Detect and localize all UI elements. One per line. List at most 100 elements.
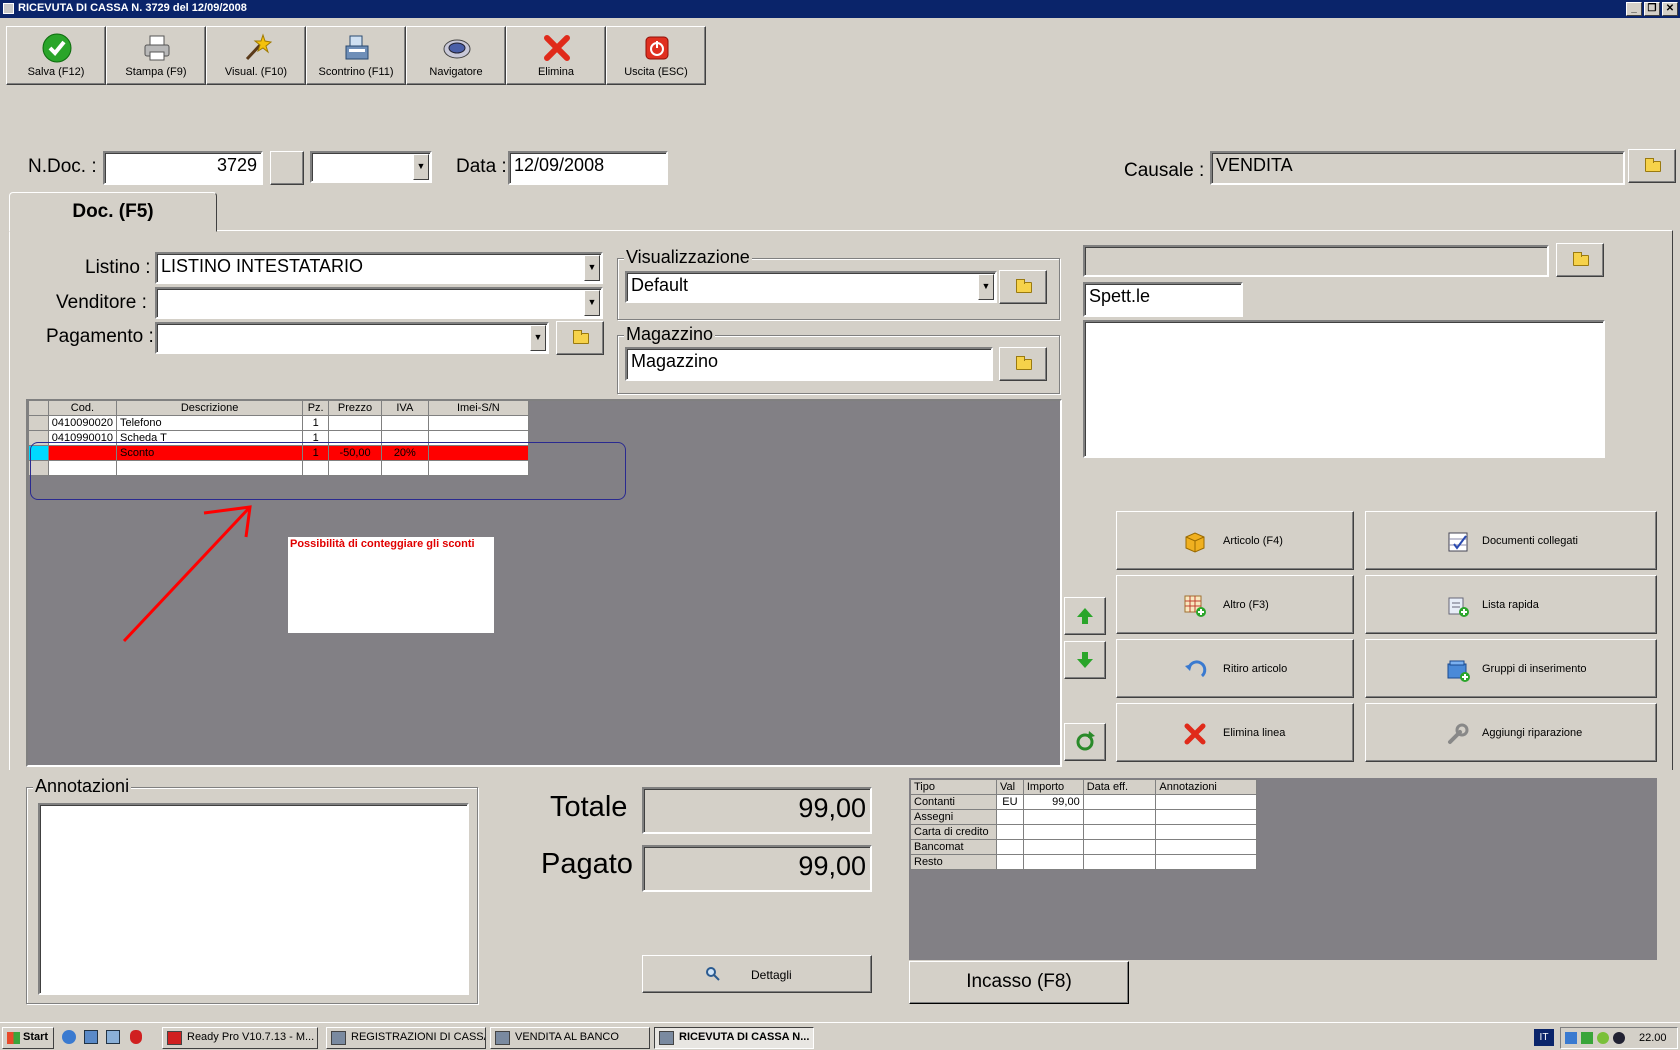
listino-dropdown[interactable]: LISTINO INTESTATARIO ▼ (155, 252, 603, 284)
pagamento-browse-button[interactable] (556, 321, 604, 355)
cell-data-eff[interactable] (1082, 854, 1157, 870)
column-header-iva[interactable]: IVA (380, 400, 429, 416)
tab-doc[interactable]: Doc. (F5) (9, 192, 217, 232)
table-row[interactable]: Contanti EU 99,00 (910, 794, 1257, 810)
language-indicator[interactable]: IT (1534, 1029, 1554, 1046)
cell-annotazioni[interactable] (1155, 839, 1257, 855)
magazzino-field[interactable]: Magazzino (625, 347, 993, 381)
table-row[interactable]: Resto (910, 854, 1257, 870)
lista-rapida-button[interactable]: Lista rapida (1365, 575, 1657, 634)
ndoc-field[interactable]: 3729 (103, 151, 263, 185)
causale-field[interactable]: VENDITA (1210, 151, 1625, 185)
exit-button[interactable]: Uscita (ESC) (606, 26, 706, 85)
move-down-button[interactable] (1064, 641, 1106, 679)
network-icon[interactable] (1565, 1032, 1577, 1044)
print-button[interactable]: Stampa (F9) (106, 26, 206, 85)
causale-browse-button[interactable] (1628, 149, 1676, 183)
customer-browse-button[interactable] (1556, 243, 1604, 277)
annotazioni-textarea[interactable] (38, 803, 469, 995)
desktop-icon[interactable] (106, 1030, 120, 1044)
save-button[interactable]: Salva (F12) (6, 26, 106, 85)
minimize-button[interactable]: _ (1626, 2, 1642, 16)
cell-importo[interactable] (1022, 854, 1084, 870)
column-header-tipo[interactable]: Tipo (910, 779, 997, 795)
altro-button[interactable]: Altro (F3) (1116, 575, 1354, 634)
explorer-icon[interactable] (84, 1030, 98, 1044)
task-ricevuta[interactable]: RICEVUTA DI CASSA N... (654, 1027, 814, 1049)
column-header-pz[interactable]: Pz. (302, 400, 330, 416)
column-header-descrizione[interactable]: Descrizione (115, 400, 304, 416)
task-registrazioni[interactable]: REGISTRAZIONI DI CASSA (326, 1027, 486, 1049)
table-row[interactable]: 0410090020 Telefono 1 (28, 415, 530, 431)
ndoc-series-button[interactable] (270, 151, 304, 185)
receipt-button[interactable]: Scontrino (F11) (306, 26, 406, 85)
column-header-prezzo[interactable]: Prezzo (328, 400, 382, 416)
dettagli-button[interactable]: Dettagli (642, 955, 872, 993)
cell-iva[interactable] (380, 415, 429, 431)
magazzino-browse-button[interactable] (999, 347, 1047, 381)
cell-val[interactable] (995, 809, 1024, 825)
restore-button[interactable]: ❐ (1644, 2, 1660, 16)
venditore-dropdown[interactable]: ▼ (155, 287, 603, 319)
payments-grid[interactable]: Tipo Val Importo Data eff. Annotazioni C… (910, 779, 1257, 870)
start-button[interactable]: Start (2, 1027, 54, 1049)
cell-data-eff[interactable] (1082, 839, 1157, 855)
tray-icon[interactable] (1597, 1032, 1609, 1044)
pagamento-dropdown[interactable]: ▼ (155, 322, 549, 354)
incasso-button[interactable]: Incasso (F8) (909, 961, 1129, 1004)
chevron-down-icon[interactable]: ▼ (530, 325, 546, 351)
row-indicator[interactable] (28, 415, 49, 431)
cell-val[interactable] (995, 839, 1024, 855)
column-header-cod[interactable]: Cod. (47, 400, 117, 416)
cell-val[interactable]: EU (995, 794, 1024, 810)
cell-importo[interactable] (1022, 809, 1084, 825)
column-header-importo[interactable]: Importo (1022, 779, 1084, 795)
task-ready-pro[interactable]: Ready Pro V10.7.13 - M... (162, 1027, 318, 1049)
tray-icon[interactable] (1581, 1032, 1593, 1044)
cell-data-eff[interactable] (1082, 794, 1157, 810)
documenti-collegati-button[interactable]: Documenti collegati (1365, 511, 1657, 570)
cell-importo[interactable] (1022, 839, 1084, 855)
table-row[interactable]: Carta di credito (910, 824, 1257, 840)
delete-button[interactable]: Elimina (506, 26, 606, 85)
cell-annotazioni[interactable] (1155, 794, 1257, 810)
data-field[interactable]: 12/09/2008 (508, 151, 668, 185)
column-header-imei[interactable]: Imei-S/N (427, 400, 530, 416)
cell-annotazioni[interactable] (1155, 809, 1257, 825)
aggiungi-riparazione-button[interactable]: Aggiungi riparazione (1365, 703, 1657, 762)
navigator-button[interactable]: Navigatore (406, 26, 506, 85)
elimina-linea-button[interactable]: Elimina linea (1116, 703, 1354, 762)
cell-prezzo[interactable] (328, 415, 382, 431)
preview-button[interactable]: Visual. (F10) (206, 26, 306, 85)
ie-icon[interactable] (62, 1030, 76, 1044)
ndoc-series-dropdown[interactable]: ▼ (310, 151, 432, 183)
visualizzazione-browse-button[interactable] (999, 270, 1047, 304)
cell-val[interactable] (995, 824, 1024, 840)
table-row[interactable]: Bancomat (910, 839, 1257, 855)
move-up-button[interactable] (1064, 597, 1106, 635)
cell-annotazioni[interactable] (1155, 824, 1257, 840)
column-header-val[interactable]: Val (995, 779, 1024, 795)
visualizzazione-dropdown[interactable]: Default ▼ (625, 271, 997, 303)
spett-field[interactable]: Spett.le (1083, 282, 1243, 317)
chevron-down-icon[interactable]: ▼ (584, 255, 600, 281)
gruppi-inserimento-button[interactable]: Gruppi di inserimento (1365, 639, 1657, 698)
ritiro-articolo-button[interactable]: Ritiro articolo (1116, 639, 1354, 698)
refresh-button[interactable] (1064, 723, 1106, 761)
cell-cod[interactable]: 0410090020 (47, 415, 117, 431)
cell-imei[interactable] (427, 415, 530, 431)
cell-data-eff[interactable] (1082, 809, 1157, 825)
cell-importo[interactable]: 99,00 (1022, 794, 1084, 810)
customer-address-textarea[interactable] (1083, 320, 1605, 458)
chevron-down-icon[interactable]: ▼ (584, 290, 600, 316)
strawberry-icon[interactable] (130, 1030, 142, 1044)
chevron-down-icon[interactable]: ▼ (413, 154, 429, 180)
cell-descrizione[interactable]: Telefono (115, 415, 304, 431)
cell-importo[interactable] (1022, 824, 1084, 840)
tray-icon[interactable] (1613, 1032, 1625, 1044)
cell-data-eff[interactable] (1082, 824, 1157, 840)
close-window-button[interactable]: ✕ (1662, 2, 1678, 16)
table-row[interactable]: Assegni (910, 809, 1257, 825)
task-vendita[interactable]: VENDITA AL BANCO (490, 1027, 650, 1049)
column-header-data-eff[interactable]: Data eff. (1082, 779, 1157, 795)
